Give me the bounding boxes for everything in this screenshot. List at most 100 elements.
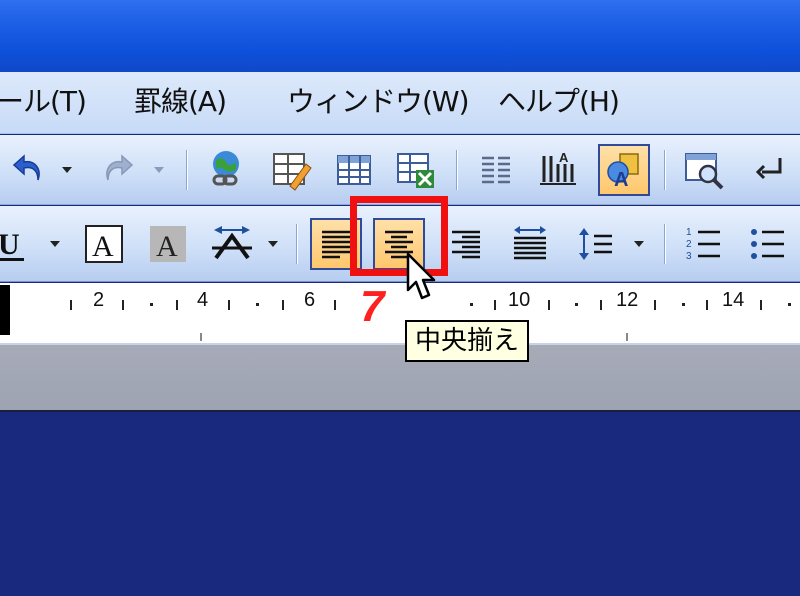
mouse-cursor-icon (406, 252, 436, 300)
ruler-tick (548, 300, 550, 310)
svg-text:A: A (614, 169, 628, 190)
columns-icon (482, 156, 510, 184)
underline-icon: U (0, 228, 24, 261)
chevron-down-icon (154, 167, 164, 173)
insert-table-icon (337, 155, 371, 185)
ruler-label: 6 (304, 289, 316, 311)
ruler-label: 14 (722, 289, 745, 311)
insert-table-button[interactable] (328, 144, 380, 196)
insert-excel-icon (397, 153, 434, 188)
ruler-tick (70, 300, 72, 310)
ruler-label: 4 (197, 289, 209, 311)
numbering-button[interactable]: 123 (678, 218, 730, 270)
ruler-tick (600, 300, 602, 310)
redo-icon (106, 154, 134, 181)
title-bar (0, 0, 800, 72)
ruler-dot (575, 303, 578, 306)
document-map-icon (685, 153, 724, 190)
distributed-button[interactable] (504, 218, 556, 270)
document-area-background (0, 345, 800, 412)
ruler-indent-marker[interactable] (0, 285, 10, 335)
character-border-icon: A (85, 225, 123, 263)
ruler-tick (122, 300, 124, 310)
ruler-dot (150, 303, 153, 306)
vertical-text-icon: A (540, 150, 576, 185)
menu-tools[interactable]: ール(T) (0, 84, 87, 120)
character-border-button[interactable]: A (78, 218, 130, 270)
align-right-icon (452, 230, 480, 259)
toolbar-separator (296, 224, 298, 264)
line-spacing-button[interactable] (570, 218, 622, 270)
svg-text:3: 3 (686, 251, 692, 262)
ruler-dot (470, 303, 473, 306)
menu-bar: ール(T) 罫線(A) ウィンドウ(W) ヘルプ(H) (0, 72, 800, 134)
menu-help[interactable]: ヘルプ(H) (498, 84, 620, 120)
redo-dropdown[interactable] (144, 144, 174, 196)
menu-window[interactable]: ウィンドウ(W) (287, 84, 470, 120)
bullets-button[interactable] (742, 218, 794, 270)
tooltip: 中央揃え (405, 320, 530, 362)
toolbar-separator (186, 150, 188, 190)
show-hide-button[interactable] (744, 144, 796, 196)
ruler-dot (256, 303, 259, 306)
ruler-tick (228, 300, 230, 310)
chevron-down-icon (50, 241, 60, 247)
line-spacing-icon (579, 228, 612, 260)
show-hide-icon (755, 158, 782, 180)
phonetic-guide-icon (212, 226, 252, 260)
bullets-icon (751, 229, 784, 259)
standard-toolbar: A A (0, 135, 800, 205)
horizontal-ruler[interactable]: 2 4 6 10 12 14 (0, 283, 800, 345)
menu-table[interactable]: 罫線(A) (134, 84, 227, 120)
chevron-down-icon (62, 167, 72, 173)
svg-text:A: A (92, 230, 114, 263)
drawing-icon: A (607, 153, 639, 190)
toolbar-separator (456, 150, 458, 190)
underline-button[interactable]: U (0, 218, 42, 270)
chevron-down-icon (268, 241, 278, 247)
ruler-label: 12 (616, 289, 639, 311)
ruler-minor-tick (626, 333, 628, 341)
ruler-tick (706, 300, 708, 310)
ruler-tick (494, 300, 496, 310)
svg-text:2: 2 (686, 239, 692, 250)
line-spacing-dropdown[interactable] (624, 218, 654, 270)
svg-text:1: 1 (686, 227, 692, 238)
columns-button[interactable] (470, 144, 522, 196)
drawing-button[interactable]: A (598, 144, 650, 196)
svg-text:U: U (0, 228, 20, 261)
vertical-text-button[interactable]: A (532, 144, 584, 196)
numbering-icon: 123 (686, 227, 720, 262)
toolbar-separator (664, 150, 666, 190)
insert-excel-worksheet-button[interactable] (390, 144, 442, 196)
underline-dropdown[interactable] (40, 218, 70, 270)
tables-and-borders-button[interactable] (266, 144, 318, 196)
undo-dropdown[interactable] (52, 144, 82, 196)
phonetic-guide-dropdown[interactable] (258, 218, 288, 270)
ruler-tick (282, 300, 284, 310)
chevron-down-icon (634, 241, 644, 247)
ruler-tick (654, 300, 656, 310)
phonetic-guide-button[interactable] (206, 218, 258, 270)
ruler-minor-tick (200, 333, 202, 341)
document-map-button[interactable] (678, 144, 730, 196)
ruler-tick (760, 300, 762, 310)
distributed-icon (514, 226, 546, 260)
undo-icon (12, 154, 40, 181)
step-number-annotation: 7 (360, 282, 385, 331)
ruler-label: 2 (93, 289, 105, 311)
toolbar-separator (664, 224, 666, 264)
tables-and-borders-icon (273, 153, 312, 191)
ruler-label: 10 (508, 289, 531, 311)
ruler-tick (176, 300, 178, 310)
character-shading-button[interactable]: A (142, 218, 194, 270)
svg-text:A: A (559, 150, 569, 165)
redo-button[interactable] (92, 144, 144, 196)
align-left-icon (322, 230, 350, 259)
insert-hyperlink-button[interactable] (200, 144, 252, 196)
insert-hyperlink-icon (212, 151, 239, 186)
character-shading-icon: A (150, 226, 186, 263)
ruler-dot (788, 303, 791, 306)
undo-button[interactable] (2, 144, 54, 196)
svg-text:A: A (156, 230, 178, 263)
